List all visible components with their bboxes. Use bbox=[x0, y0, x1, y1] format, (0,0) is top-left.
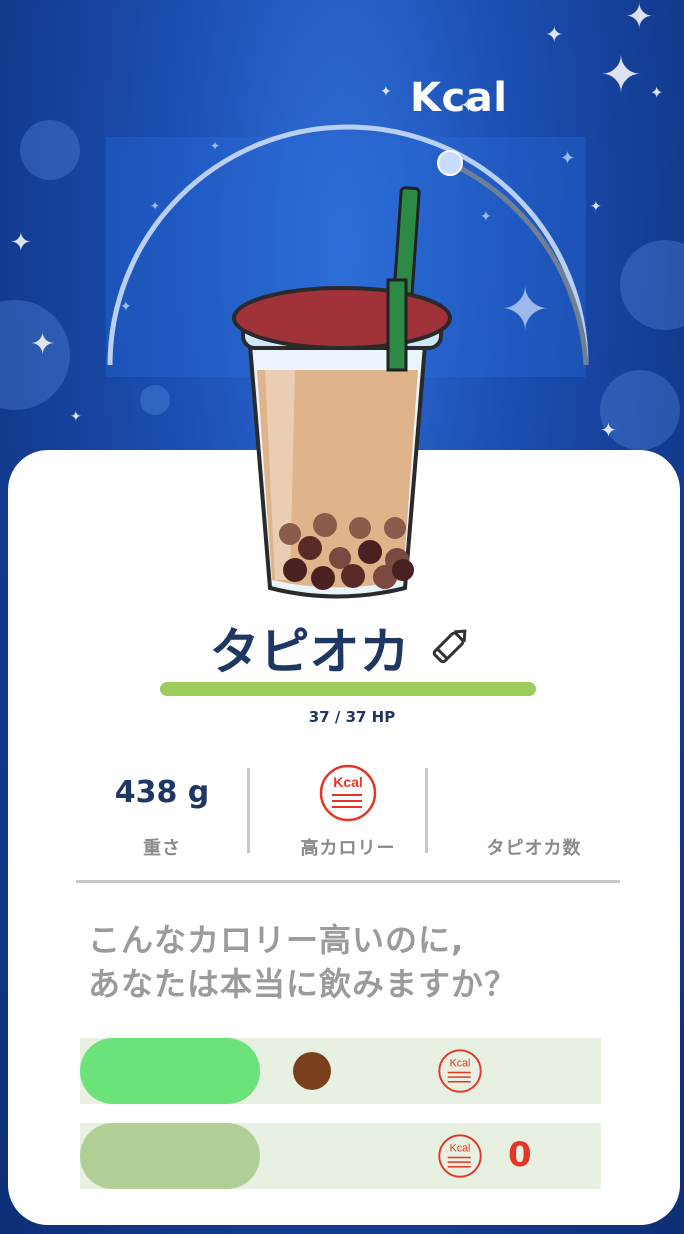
stat-tapioca-count: タピオカ数 bbox=[448, 765, 620, 860]
stat-weight: 438 g 重さ bbox=[76, 765, 248, 860]
page-title: Kcal bbox=[410, 75, 508, 121]
divider bbox=[425, 768, 428, 853]
calorie-count: 0 bbox=[508, 1135, 532, 1175]
stat-calorie: Kcal 高カロリー bbox=[262, 764, 434, 860]
hp-bar bbox=[160, 682, 536, 696]
divider bbox=[76, 880, 620, 883]
pencil-icon[interactable] bbox=[425, 621, 475, 675]
hp-text: 37 / 37 HP bbox=[308, 708, 396, 726]
svg-text:Kcal: Kcal bbox=[450, 1142, 471, 1154]
bubble-tea-illustration bbox=[232, 186, 452, 599]
weight-value: 438 g bbox=[114, 775, 210, 810]
skip-button[interactable] bbox=[80, 1123, 260, 1189]
stats-row: 438 g 重さ Kcal 高カロリー タピオカ数 bbox=[76, 764, 620, 865]
hp-bar-fill bbox=[160, 682, 536, 696]
calorie-icon: Kcal bbox=[319, 764, 377, 821]
gauge-handle bbox=[437, 150, 463, 176]
tapioca-count-value bbox=[448, 765, 620, 820]
divider bbox=[247, 768, 250, 853]
tapioca-pearl-icon bbox=[293, 1052, 331, 1090]
drink-name-row: タピオカ bbox=[0, 612, 684, 684]
skip-option-row[interactable]: Kcal 0 bbox=[80, 1123, 601, 1189]
drink-button[interactable] bbox=[80, 1038, 260, 1104]
svg-text:Kcal: Kcal bbox=[333, 774, 363, 790]
weight-label: 重さ bbox=[143, 838, 181, 859]
question-text: こんなカロリー高いのに, あなたは本当に飲みますか？ bbox=[88, 921, 518, 1003]
calorie-label: 高カロリー bbox=[300, 838, 396, 859]
svg-text:Kcal: Kcal bbox=[450, 1057, 471, 1069]
drink-option-row[interactable]: Kcal bbox=[80, 1038, 601, 1104]
tapioca-count-label: タピオカ数 bbox=[486, 838, 582, 859]
calorie-icon: Kcal bbox=[438, 1134, 482, 1178]
star-icon: ✦ bbox=[600, 418, 617, 442]
drink-name: タピオカ bbox=[209, 623, 410, 681]
calorie-icon: Kcal bbox=[438, 1049, 482, 1093]
